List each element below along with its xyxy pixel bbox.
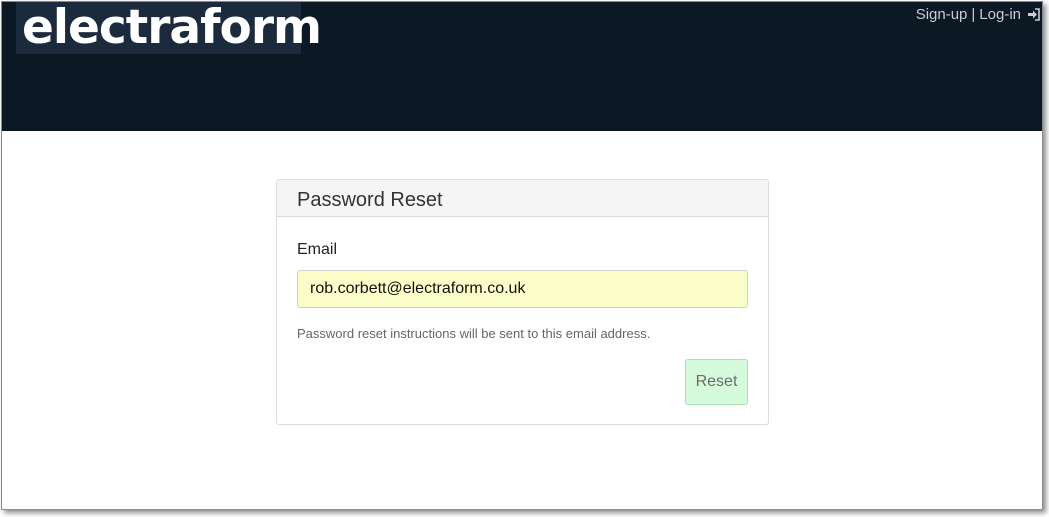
email-label: Email — [297, 241, 338, 258]
email-field[interactable] — [297, 270, 748, 308]
logo-text: electraform — [22, 1, 322, 55]
help-text: Password reset instructions will be sent… — [297, 326, 651, 341]
auth-separator: | — [971, 6, 976, 23]
logo[interactable]: electraform — [16, 2, 322, 55]
password-reset-card: Password Reset Email Password reset inst… — [276, 179, 769, 425]
browser-window: electraform Sign-up | Log-in Password Rese… — [1, 1, 1043, 510]
card-title: Password Reset — [297, 189, 443, 211]
login-link[interactable]: Log-in — [979, 6, 1021, 23]
card-header: Password Reset — [277, 180, 768, 217]
signup-link[interactable]: Sign-up — [916, 6, 968, 23]
auth-links: Sign-up | Log-in — [916, 6, 1040, 26]
sign-in-icon[interactable] — [1027, 8, 1040, 26]
site-header: electraform Sign-up | Log-in — [2, 2, 1042, 131]
reset-button[interactable]: Reset — [685, 359, 748, 405]
